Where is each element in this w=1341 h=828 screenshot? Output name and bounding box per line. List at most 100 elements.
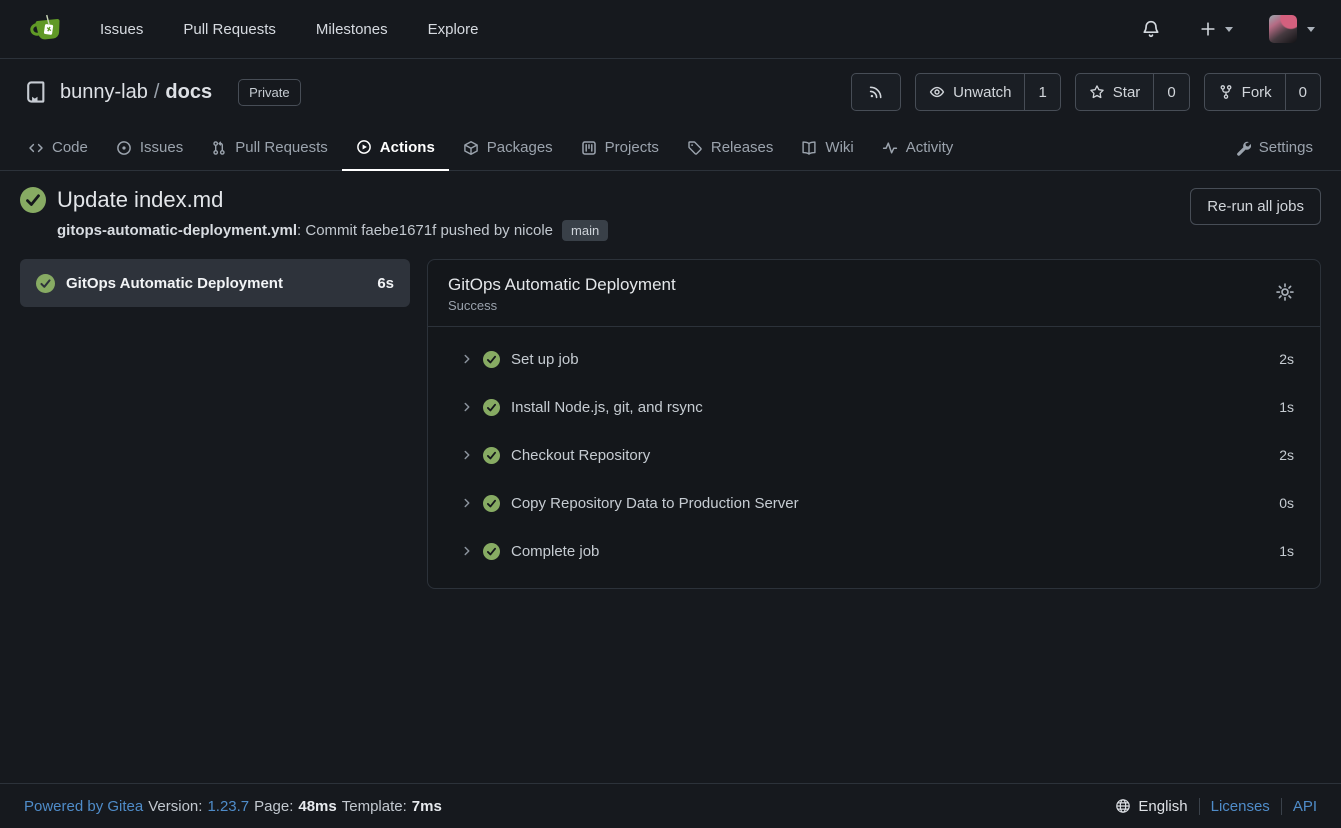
fork-group: Fork 0 [1204, 73, 1321, 111]
main-nav: Issues Pull Requests Milestones Explore [100, 21, 478, 38]
step-duration: 2s [1279, 351, 1294, 367]
globe-icon [1115, 798, 1131, 814]
job-list-item-selected[interactable]: GitOps Automatic Deployment 6s [20, 259, 410, 307]
step-success-check-icon [483, 447, 500, 464]
step-success-check-icon [483, 495, 500, 512]
step-list: Set up job 2s Install Node.js, git, and … [428, 327, 1320, 588]
user-menu-dropdown[interactable] [1269, 15, 1315, 43]
tab-settings-label: Settings [1259, 139, 1313, 156]
step-success-check-icon [483, 399, 500, 416]
success-check-icon [20, 187, 46, 213]
footer-divider [1281, 798, 1282, 815]
chevron-down-icon [1225, 27, 1233, 32]
step-name: Complete job [511, 543, 599, 560]
star-button[interactable]: Star [1076, 74, 1154, 110]
tab-wiki[interactable]: Wiki [787, 125, 867, 170]
private-badge: Private [238, 79, 300, 106]
template-label: Template: [342, 798, 407, 815]
tab-releases[interactable]: Releases [673, 125, 788, 170]
chevron-right-icon[interactable] [460, 496, 474, 510]
stars-count[interactable]: 0 [1153, 74, 1188, 110]
repo-title: bunny-lab/docs Private [24, 79, 301, 106]
job-duration: 6s [377, 275, 394, 292]
step-row-setup[interactable]: Set up job 2s [428, 335, 1320, 383]
step-duration: 1s [1279, 543, 1294, 559]
nav-item-explore[interactable]: Explore [428, 21, 479, 38]
step-name: Copy Repository Data to Production Serve… [511, 495, 799, 512]
step-duration: 1s [1279, 399, 1294, 415]
tab-packages-label: Packages [487, 139, 553, 156]
chevron-right-icon[interactable] [460, 400, 474, 414]
repo-name-link[interactable]: docs [165, 81, 212, 103]
tab-actions[interactable]: Actions [342, 125, 449, 171]
unwatch-button[interactable]: Unwatch [916, 74, 1024, 110]
fork-icon [1218, 84, 1234, 100]
commit-text: : Commit faebe1671f pushed by nicole [297, 222, 553, 239]
play-circle-icon [356, 139, 372, 155]
nav-item-pull-requests[interactable]: Pull Requests [183, 21, 276, 38]
step-row-checkout[interactable]: Checkout Repository 2s [428, 431, 1320, 479]
forks-count[interactable]: 0 [1285, 74, 1320, 110]
run-title: Update index.md [57, 187, 223, 213]
plus-icon [1199, 20, 1217, 38]
git-pull-request-icon [211, 140, 227, 156]
step-name: Set up job [511, 351, 579, 368]
licenses-link[interactable]: Licenses [1211, 798, 1270, 815]
powered-by-gitea-link[interactable]: Powered by Gitea [24, 798, 143, 815]
code-icon [28, 140, 44, 156]
repo-tabs: Code Issues Pull Requests Actions Packag… [0, 125, 1341, 171]
step-row-copy[interactable]: Copy Repository Data to Production Serve… [428, 479, 1320, 527]
step-row-complete[interactable]: Complete job 1s [428, 527, 1320, 575]
tab-issues-label: Issues [140, 139, 183, 156]
watchers-count[interactable]: 1 [1024, 74, 1059, 110]
star-group: Star 0 [1075, 73, 1190, 111]
language-menu[interactable]: English [1115, 798, 1187, 815]
rerun-all-jobs-button[interactable]: Re-run all jobs [1190, 188, 1321, 225]
chevron-right-icon[interactable] [460, 544, 474, 558]
run-subtitle: gitops-automatic-deployment.yml: Commit … [57, 220, 1321, 241]
page-label: Page: [254, 798, 293, 815]
nav-item-issues[interactable]: Issues [100, 21, 143, 38]
job-panel-title: GitOps Automatic Deployment [448, 275, 1300, 295]
tab-projects[interactable]: Projects [567, 125, 673, 170]
job-panel-header: GitOps Automatic Deployment Success [428, 260, 1320, 327]
avatar [1269, 15, 1297, 43]
tools-icon [1235, 140, 1251, 156]
version-link[interactable]: 1.23.7 [207, 798, 249, 815]
chevron-right-icon[interactable] [460, 448, 474, 462]
branch-badge[interactable]: main [562, 220, 608, 241]
tab-code[interactable]: Code [14, 125, 102, 170]
watch-group: Unwatch 1 [915, 73, 1061, 111]
create-new-dropdown[interactable] [1199, 20, 1233, 38]
workflow-file-link[interactable]: gitops-automatic-deployment.yml [57, 222, 297, 239]
tab-packages[interactable]: Packages [449, 125, 567, 170]
gear-icon[interactable] [1275, 282, 1295, 302]
fork-button[interactable]: Fork [1205, 74, 1285, 110]
step-name: Install Node.js, git, and rsync [511, 399, 703, 416]
tab-activity[interactable]: Activity [868, 125, 968, 170]
repo-book-icon [24, 80, 48, 104]
job-detail-panel: GitOps Automatic Deployment Success Set … [427, 259, 1321, 589]
tab-issues[interactable]: Issues [102, 125, 197, 170]
rss-button[interactable] [851, 73, 901, 111]
tab-settings[interactable]: Settings [1221, 125, 1327, 170]
chevron-right-icon[interactable] [460, 352, 474, 366]
api-link[interactable]: API [1293, 798, 1317, 815]
project-icon [581, 140, 597, 156]
fork-label: Fork [1242, 84, 1272, 101]
chevron-down-icon [1307, 27, 1315, 32]
notifications-bell-icon[interactable] [1137, 15, 1165, 43]
footer-right: English Licenses API [1115, 798, 1317, 815]
job-status-text: Success [448, 298, 1300, 313]
repo-owner-link[interactable]: bunny-lab [60, 81, 148, 103]
tab-code-label: Code [52, 139, 88, 156]
tag-icon [687, 140, 703, 156]
tab-activity-label: Activity [906, 139, 954, 156]
gitea-logo-icon[interactable] [28, 9, 68, 49]
top-navbar: Issues Pull Requests Milestones Explore [0, 0, 1341, 59]
tab-pull-requests[interactable]: Pull Requests [197, 125, 342, 170]
run-header: Update index.md gitops-automatic-deploym… [0, 171, 1341, 251]
job-name: GitOps Automatic Deployment [66, 275, 283, 292]
nav-item-milestones[interactable]: Milestones [316, 21, 388, 38]
step-row-install[interactable]: Install Node.js, git, and rsync 1s [428, 383, 1320, 431]
